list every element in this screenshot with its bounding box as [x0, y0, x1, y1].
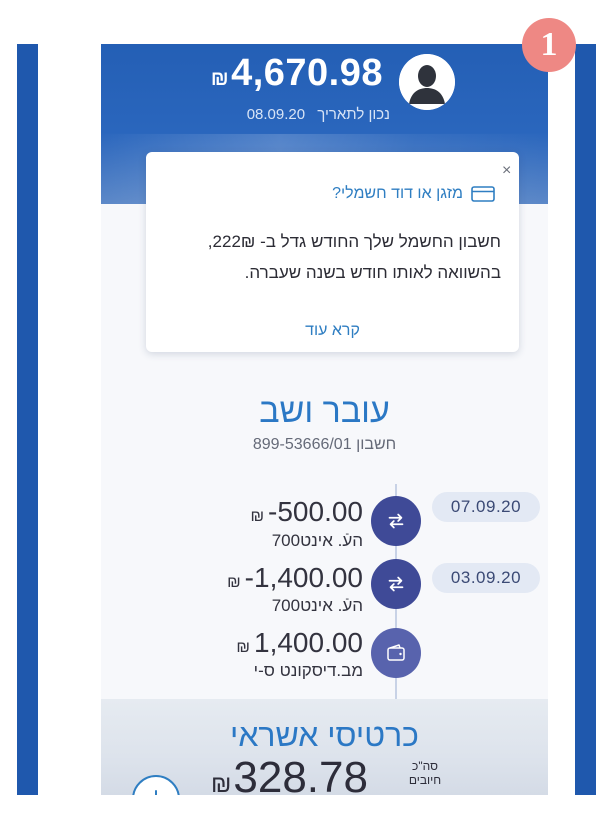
credit-cards-section: כרטיסי אשראי ₪328.78 סה"כ חיובים	[101, 699, 548, 795]
credit-cards-amount: ₪328.78	[211, 753, 368, 795]
total-label-line-2: חיובים	[408, 773, 442, 787]
arrow-down-circle-icon[interactable]	[132, 775, 180, 795]
credit-cards-amount-value: 328.78	[233, 753, 368, 795]
account-title[interactable]: עובר ושב	[101, 392, 548, 431]
tip-body-line-1: חשבון החשמל שלך החודש גדל ב- 222₪,	[207, 232, 501, 251]
balance-value: 4,670.98	[231, 52, 383, 94]
credit-card-icon	[471, 186, 495, 202]
balance-as-of: נכון לתאריך 08.09.20	[247, 106, 390, 123]
as-of-date: 08.09.20	[246, 106, 306, 123]
balance-amount: ₪ 4,670.98	[211, 52, 383, 95]
account-number-value: 899-53666/01	[252, 436, 352, 453]
transaction-amount-value: 1,400.00	[254, 627, 363, 658]
app-screen: ₪ 4,670.98 נכון לתאריך 08.09.20 × מזגן א	[101, 44, 548, 795]
user-avatar-icon[interactable]	[399, 54, 455, 110]
tip-body: חשבון החשמל שלך החודש גדל ב- 222₪, בהשוו…	[161, 226, 501, 288]
left-blue-bar	[17, 44, 38, 795]
transaction-currency: ₪	[227, 574, 241, 591]
read-more-link[interactable]: קרא עוד	[146, 322, 519, 340]
close-icon[interactable]: ×	[502, 162, 511, 180]
transaction-amount: ₪ -1,400.00	[227, 562, 363, 594]
transaction-currency: ₪	[250, 508, 265, 525]
transaction-amount: ₪ -500.00	[250, 496, 363, 528]
transaction-description: העֿ. אינט700	[271, 596, 363, 615]
transaction-amount-value: -500.00	[268, 496, 363, 527]
account-number-label: חשבון	[356, 436, 397, 453]
transaction-date-chip: 03.09.20	[432, 563, 540, 593]
transaction-amount-value: -1,400.00	[244, 562, 363, 593]
step-number-badge: 1	[522, 18, 576, 72]
transfer-icon[interactable]	[371, 559, 421, 609]
balance-currency: ₪	[210, 68, 230, 90]
tip-title: מזגן או דוד חשמלי?	[332, 185, 495, 203]
credit-cards-currency: ₪	[211, 771, 232, 795]
transaction-description: העֿ. אינט700	[271, 531, 363, 550]
transaction-date-chip: 07.09.20	[432, 492, 540, 522]
total-label-line-1: סה"כ	[412, 759, 438, 773]
transaction-currency: ₪	[236, 639, 250, 656]
transaction-amount: ₪ 1,400.00	[236, 627, 363, 659]
transfer-icon[interactable]	[371, 496, 421, 546]
account-number: חשבון 899-53666/01	[101, 436, 548, 454]
credit-cards-total-label: סה"כ חיובים	[405, 759, 445, 787]
wallet-icon[interactable]	[371, 628, 421, 678]
transaction-description: מב.דיסקונט ס-י	[253, 661, 363, 680]
right-blue-bar	[575, 44, 596, 795]
tip-card: × מזגן או דוד חשמלי? חשבון החשמל שלך החו…	[146, 152, 519, 352]
as-of-label: נכון לתאריך	[317, 106, 390, 123]
tip-body-line-2: בהשוואה לאותו חודש בשנה שעברה.	[244, 263, 501, 282]
tip-title-text: מזגן או דוד חשמלי?	[332, 185, 463, 202]
credit-cards-title[interactable]: כרטיסי אשראי	[101, 717, 548, 754]
